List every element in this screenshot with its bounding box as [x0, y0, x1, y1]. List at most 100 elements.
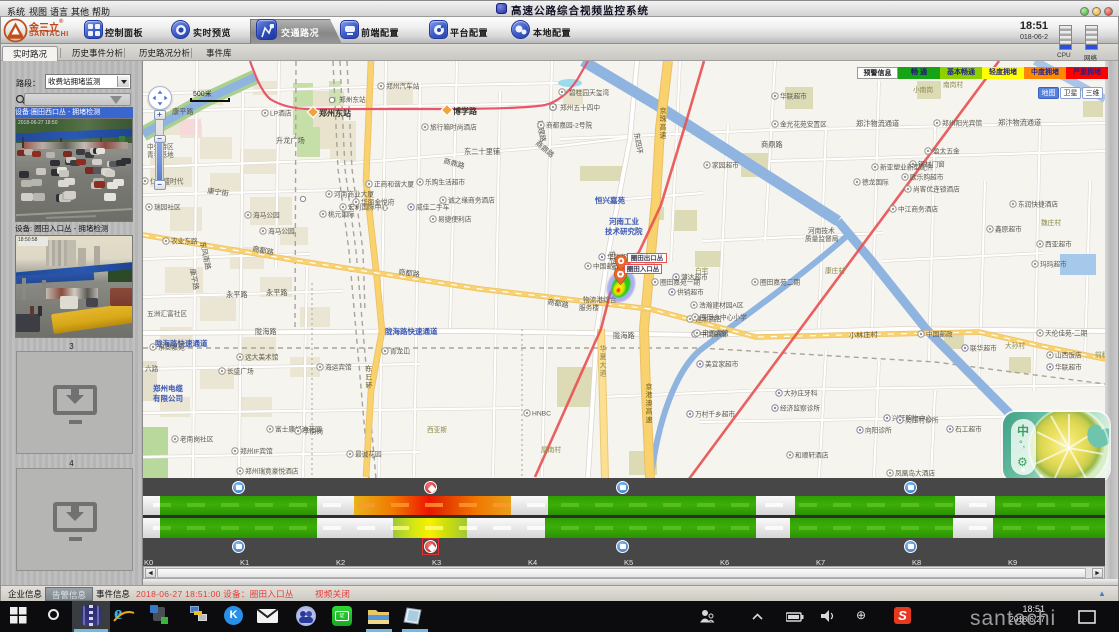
- svg-text:升龙广场: 升龙广场: [276, 136, 305, 145]
- svg-text:家园超市: 家园超市: [712, 161, 739, 170]
- svg-text:郑州IF宾馆: 郑州IF宾馆: [240, 447, 273, 456]
- svg-text:港: 港: [646, 390, 653, 399]
- svg-text:西亚斯: 西亚斯: [427, 425, 447, 434]
- svg-text:速: 速: [660, 132, 667, 140]
- svg-text:速: 速: [646, 416, 653, 424]
- svg-text:技术研究院: 技术研究院: [605, 226, 643, 236]
- svg-text:中国邮政: 中国邮政: [926, 330, 953, 339]
- svg-text:圈田嘉苑二期: 圈田嘉苑二期: [760, 278, 800, 287]
- svg-text:澳: 澳: [646, 398, 653, 407]
- svg-text:长盛广场: 长盛广场: [227, 367, 254, 376]
- svg-text:京: 京: [646, 382, 653, 391]
- svg-text:小林庄村: 小林庄村: [849, 330, 878, 340]
- svg-text:大孙庄牙科: 大孙庄牙科: [784, 389, 818, 398]
- svg-text:玛玛超市: 玛玛超市: [1040, 260, 1067, 269]
- svg-text:最诚花园: 最诚花园: [355, 450, 382, 459]
- svg-text:丰源宾馆: 丰源宾馆: [702, 329, 729, 338]
- svg-text:远大美术馆: 远大美术馆: [245, 353, 279, 362]
- svg-text:华: 华: [600, 344, 607, 353]
- svg-text:郑州东站: 郑州东站: [339, 95, 366, 104]
- svg-text:万村千乡超市: 万村千乡超市: [695, 410, 735, 419]
- svg-text:东二十里铺: 东二十里铺: [464, 147, 500, 156]
- svg-text:前程村: 前程村: [1095, 350, 1105, 359]
- svg-text:供销超市: 供销超市: [677, 288, 704, 297]
- svg-text:郑州五十四中: 郑州五十四中: [560, 103, 600, 112]
- svg-text:夏: 夏: [600, 353, 607, 361]
- svg-text:河南技术: 河南技术: [808, 226, 835, 235]
- svg-text:李南岗: 李南岗: [303, 427, 323, 436]
- svg-text:华联超市: 华联超市: [780, 92, 807, 101]
- svg-text:华联超市: 华联超市: [1055, 363, 1082, 372]
- svg-text:永平路: 永平路: [226, 290, 248, 299]
- svg-text:郑州东站: 郑州东站: [319, 108, 351, 118]
- svg-text:德龙国际: 德龙国际: [862, 178, 889, 187]
- svg-text:碧桂园天玺湾: 碧桂园天玺湾: [569, 88, 609, 97]
- svg-text:经济监察诊所: 经济监察诊所: [780, 404, 820, 413]
- svg-text:屋南村: 屋南村: [541, 445, 561, 454]
- svg-text:魏庄村: 魏庄村: [1041, 218, 1061, 227]
- svg-text:瑞园社区: 瑞园社区: [154, 203, 181, 212]
- svg-text:盈太五金: 盈太五金: [933, 147, 960, 156]
- svg-text:大孙村: 大孙村: [1005, 341, 1025, 350]
- svg-text:吴庄村诊所: 吴庄村诊所: [905, 416, 939, 425]
- svg-text:东: 东: [366, 364, 373, 373]
- svg-text:和顺轩酒店: 和顺轩酒店: [795, 451, 829, 460]
- svg-text:陇海路快速通道: 陇海路快速通道: [385, 326, 438, 336]
- svg-text:郑汴物流通道: 郑汴物流通道: [998, 118, 1041, 127]
- svg-text:海马公园: 海马公园: [253, 211, 280, 220]
- svg-text:欧乐购超市: 欧乐购超市: [910, 173, 944, 182]
- svg-text:服务楼: 服务楼: [579, 303, 599, 312]
- svg-text:康平路: 康平路: [172, 107, 194, 116]
- svg-text:康庄村: 康庄村: [825, 266, 845, 275]
- svg-text:京: 京: [660, 106, 667, 115]
- svg-text:诚之缘商务酒店: 诚之缘商务酒店: [448, 196, 495, 205]
- svg-text:陇海路: 陇海路: [613, 331, 635, 340]
- svg-text:LP酒店: LP酒店: [270, 109, 292, 118]
- svg-text:博学路: 博学路: [453, 106, 478, 116]
- svg-text:新亚塑业新型配件: 新亚塑业新型配件: [880, 163, 934, 172]
- svg-text:恒兴嘉苑: 恒兴嘉苑: [595, 195, 625, 205]
- svg-text:海马公园: 海马公园: [268, 227, 295, 236]
- svg-text:珠: 珠: [660, 114, 667, 123]
- svg-text:商都嘉园-2号院: 商都嘉园-2号院: [546, 121, 592, 130]
- svg-text:郑州瑞竟豪悦酒店: 郑州瑞竟豪悦酒店: [245, 467, 299, 476]
- svg-text:南岗村: 南岗村: [943, 80, 963, 89]
- svg-text:HNBC: HNBC: [532, 411, 551, 418]
- svg-text:尚客优连锁酒店: 尚客优连锁酒店: [913, 185, 960, 194]
- svg-text:金光花苑安置区: 金光花苑安置区: [780, 120, 827, 129]
- svg-text:有限公司: 有限公司: [153, 393, 183, 403]
- svg-text:华丽金悦府: 华丽金悦府: [361, 198, 395, 207]
- svg-text:东安嘉苑: 东安嘉苑: [158, 343, 185, 352]
- svg-text:三: 三: [366, 373, 373, 381]
- svg-text:大: 大: [600, 360, 607, 369]
- svg-text:鑫原超市: 鑫原超市: [995, 225, 1022, 234]
- svg-text:六路: 六路: [145, 364, 159, 373]
- svg-text:高: 高: [646, 407, 653, 416]
- svg-text:农业东路: 农业东路: [171, 237, 198, 246]
- svg-text:中江商务酒店: 中江商务酒店: [898, 205, 938, 214]
- svg-text:石工超市: 石工超市: [955, 425, 982, 434]
- svg-text:联华超市: 联华超市: [970, 344, 997, 353]
- svg-text:浩瀚建材园A区: 浩瀚建材园A区: [699, 301, 744, 310]
- svg-text:圈田嘉苑一期: 圈田嘉苑一期: [660, 278, 700, 287]
- svg-text:河南商业大厦: 河南商业大厦: [334, 190, 374, 199]
- svg-text:东润快捷酒店: 东润快捷酒店: [1018, 200, 1058, 209]
- svg-text:天伦佳苑-二期: 天伦佳苑-二期: [1045, 329, 1088, 338]
- svg-text:乐购生活超市: 乐购生活超市: [425, 178, 465, 187]
- svg-text:向阳诊所: 向阳诊所: [865, 426, 892, 435]
- svg-text:陇海路: 陇海路: [255, 327, 277, 336]
- svg-text:五洲汇富社区: 五洲汇富社区: [147, 309, 187, 318]
- svg-text:道: 道: [600, 369, 607, 378]
- svg-text:郑州电缆: 郑州电缆: [153, 383, 183, 393]
- svg-text:圈田乡中心小学: 圈田乡中心小学: [700, 313, 747, 322]
- svg-text:易捷便利店: 易捷便利店: [438, 215, 472, 224]
- svg-text:凤凰岛大酒店: 凤凰岛大酒店: [895, 469, 935, 478]
- svg-text:小南岗: 小南岗: [913, 85, 933, 94]
- svg-text:郑汴物流通道: 郑汴物流通道: [856, 119, 899, 128]
- svg-text:美宜家超市: 美宜家超市: [705, 360, 739, 369]
- svg-text:海运宾馆: 海运宾馆: [325, 363, 352, 372]
- svg-text:环: 环: [366, 381, 373, 389]
- svg-text:高: 高: [660, 122, 667, 131]
- svg-text:永平路: 永平路: [266, 288, 288, 297]
- svg-text:旅行箱时尚酒店: 旅行箱时尚酒店: [430, 123, 477, 132]
